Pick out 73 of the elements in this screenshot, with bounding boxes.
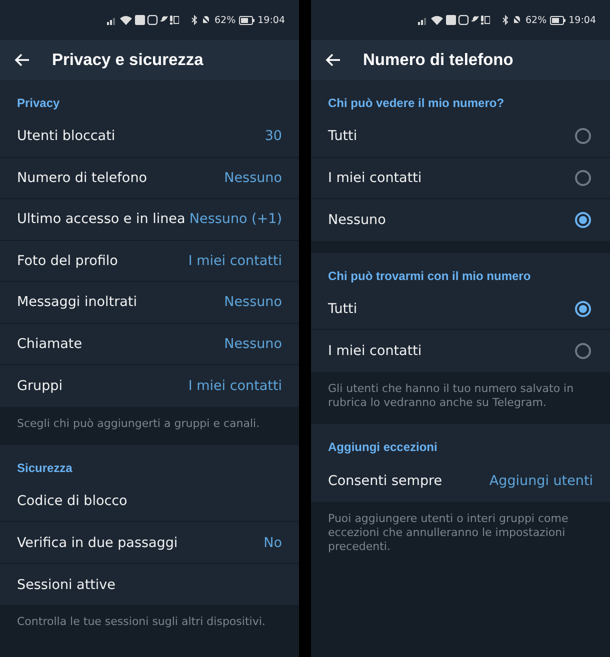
row-label: I miei contatti — [328, 170, 422, 186]
settings-row[interactable]: Numero di telefono Nessuno — [0, 158, 299, 199]
section-footer: Puoi aggiungere utenti o interi gruppi come eccezioni che annulleranno le impostazioni precedenti. — [311, 502, 610, 568]
row-label: I miei contatti — [328, 342, 422, 359]
row-value: No — [264, 534, 282, 551]
radio-button[interactable] — [575, 342, 591, 359]
section-footer: Controlla le tue sessioni sugli altri dispositivi. — [0, 605, 299, 644]
row-label: Gruppi — [17, 378, 62, 394]
section-header: Privacy — [16, 95, 61, 112]
battery-percentage: 62% — [525, 14, 547, 26]
section-header: Chi può vedere il mio numero? — [327, 95, 506, 112]
row-value: I miei contatti — [188, 378, 282, 394]
signal-icon — [418, 16, 428, 24]
row-label: Tutti — [328, 300, 358, 317]
row-label: Numero di telefono — [17, 170, 148, 186]
settings-row[interactable]: Chiamate Nessuno — [0, 324, 299, 365]
section-header: Aggiungi eccezioni — [327, 439, 438, 456]
settings-row[interactable]: Nessuno — [311, 199, 610, 240]
settings-row[interactable]: I miei contatti — [311, 158, 610, 199]
settings-row[interactable]: Tutti — [311, 288, 610, 330]
wifi-icon — [431, 15, 444, 25]
settings-row[interactable]: Ultimo accesso e in linea Nessuno (+1) — [0, 199, 299, 240]
row-label: Utenti bloccati — [17, 128, 116, 144]
screen-title: Numero di telefono — [363, 50, 514, 70]
row-label: Consenti sempre — [328, 472, 442, 489]
battery-icon — [550, 16, 566, 24]
row-label: Sessioni attive — [17, 576, 116, 593]
settings-row[interactable]: I miei contatti — [311, 330, 610, 372]
settings-row[interactable]: Messaggi inoltrati Nessuno — [0, 282, 299, 324]
radio-button[interactable] — [575, 170, 591, 186]
row-label: Codice di blocco — [17, 493, 128, 510]
section-header: Sicurezza — [16, 460, 74, 477]
row-label: Ultimo accesso e in linea — [17, 211, 186, 228]
row-label: Verifica in due passaggi — [17, 534, 178, 551]
section-header: Chi può trovarmi con il mio numero — [327, 268, 532, 284]
bluetooth-icon — [191, 15, 198, 25]
settings-row[interactable]: Gruppi I miei contatti — [0, 365, 299, 406]
back-arrow-icon[interactable] — [14, 53, 30, 67]
row-value: I miei contatti — [188, 252, 282, 269]
notification-icons-drawing — [135, 15, 180, 25]
settings-row[interactable]: Foto del profilo I miei contatti — [0, 240, 299, 282]
row-label: Tutti — [328, 128, 358, 144]
radio-button[interactable] — [575, 300, 591, 317]
row-value: Nessuno — [224, 170, 282, 186]
settings-row[interactable]: Utenti bloccati 30 — [0, 116, 299, 158]
row-label: Messaggi inoltrati — [17, 294, 137, 310]
settings-row[interactable]: Sessioni attive — [0, 564, 299, 606]
radio-button[interactable] — [575, 128, 591, 144]
clock-time: 19:04 — [258, 14, 285, 26]
row-label: Foto del profilo — [17, 252, 118, 269]
signal-icon — [107, 16, 118, 24]
settings-row[interactable]: Consenti sempre Aggiungi utenti — [311, 460, 610, 502]
radio-button[interactable] — [575, 212, 591, 228]
row-value: 30 — [264, 128, 282, 144]
battery-percentage: 62% — [214, 14, 236, 26]
settings-row[interactable]: Tutti — [311, 116, 610, 158]
row-value: Aggiungi utenti — [489, 472, 593, 489]
back-arrow-icon[interactable] — [325, 53, 341, 67]
row-value: Nessuno (+1) — [189, 211, 282, 228]
row-value: Nessuno — [224, 336, 282, 352]
row-value: Nessuno — [224, 294, 282, 310]
bluetooth-icon — [502, 15, 510, 25]
screen-title: Privacy e sicurezza — [52, 50, 204, 70]
row-label: Nessuno — [328, 212, 386, 228]
section-footer: Gli utenti che hanno il tuo numero salvato in rubrica lo vedranno anche su Telegram. — [311, 372, 610, 424]
wifi-icon — [120, 15, 132, 25]
section-footer: Scegli chi può aggiungerti a gruppi e canali. — [0, 406, 299, 445]
notification-icons-drawing — [446, 15, 490, 25]
row-label: Chiamate — [17, 336, 82, 352]
clock-time: 19:04 — [568, 14, 596, 26]
settings-row[interactable]: Codice di blocco — [0, 480, 299, 522]
battery-icon — [238, 16, 255, 24]
settings-row[interactable]: Verifica in due passaggi No — [0, 522, 299, 564]
